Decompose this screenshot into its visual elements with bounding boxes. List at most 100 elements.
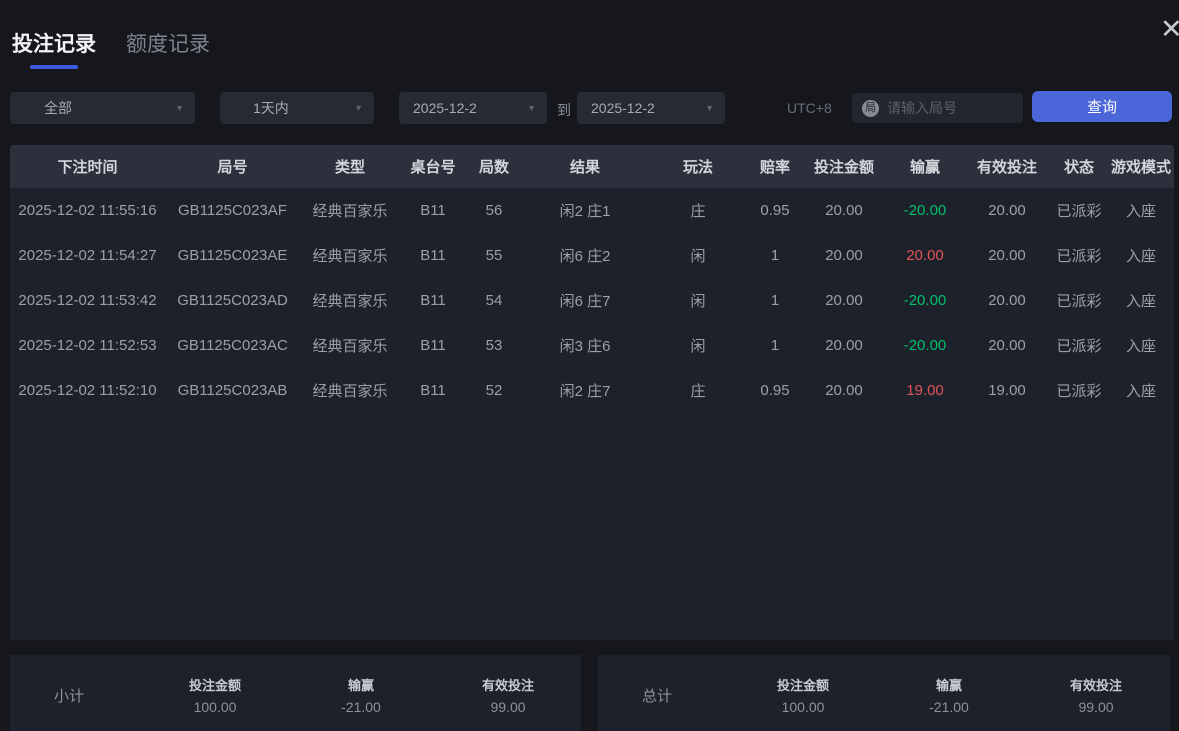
cell-game-mode: 入座: [1126, 290, 1156, 311]
tab-bet-records[interactable]: 投注记录: [12, 28, 96, 69]
cell-winloss: -20.00: [904, 292, 947, 309]
query-button[interactable]: 查询: [1032, 91, 1172, 122]
total-winloss-stat: 输赢 -21.00: [929, 675, 969, 715]
cell-result: 闲6 庄7: [560, 290, 611, 311]
cell-round-no: 53: [486, 337, 503, 354]
round-search-field[interactable]: 局: [852, 93, 1023, 123]
cell-bet-time: 2025-12-02 11:54:27: [18, 247, 156, 264]
subtotal-card: 小计 投注金额 100.00 输赢 -21.00 有效投注 99.00: [10, 655, 581, 731]
cell-game-type: 经典百家乐: [312, 290, 387, 311]
cell-round-no: 56: [486, 202, 503, 219]
cell-result: 闲2 庄7: [560, 380, 611, 401]
cell-play-type: 闲: [690, 245, 705, 266]
total-valid-stat: 有效投注 99.00: [1070, 675, 1122, 715]
column-header: 结果: [570, 156, 600, 177]
cell-play-type: 庄: [690, 200, 705, 221]
cell-table-no: B11: [420, 292, 446, 309]
total-card: 总计 投注金额 100.00 输赢 -21.00 有效投注 99.00: [598, 655, 1170, 731]
cell-odds: 1: [771, 292, 779, 309]
cell-valid-bet: 20.00: [988, 337, 1026, 354]
column-header: 有效投注: [977, 156, 1037, 177]
subtotal-bet-value: 100.00: [189, 699, 241, 715]
subtotal-winloss-value: -21.00: [341, 699, 381, 715]
total-bet-stat: 投注金额 100.00: [777, 675, 829, 715]
cell-valid-bet: 19.00: [988, 382, 1026, 399]
round-number-icon: 局: [862, 100, 879, 117]
cell-bet-amount: 20.00: [825, 202, 863, 219]
subtotal-valid-label: 有效投注: [482, 675, 534, 694]
cell-valid-bet: 20.00: [988, 247, 1026, 264]
cell-game-mode: 入座: [1126, 200, 1156, 221]
cell-game-type: 经典百家乐: [312, 380, 387, 401]
cell-table-no: B11: [420, 202, 446, 219]
cell-bet-time: 2025-12-02 11:52:53: [18, 337, 156, 354]
round-search-input[interactable]: [887, 100, 1007, 116]
filter-range-select[interactable]: 1天内 ▼: [220, 92, 374, 124]
total-bet-value: 100.00: [777, 699, 829, 715]
total-valid-value: 99.00: [1070, 699, 1122, 715]
table-row: 2025-12-02 11:53:42 GB1125C023AD 经典百家乐 B…: [10, 278, 1174, 323]
column-header: 玩法: [683, 156, 713, 177]
cell-play-type: 闲: [690, 335, 705, 356]
cell-game-mode: 入座: [1126, 335, 1156, 356]
column-header: 状态: [1064, 156, 1094, 177]
date-to-value: 2025-12-2: [591, 100, 655, 116]
cell-round-id: GB1125C023AB: [178, 382, 288, 399]
cell-game-type: 经典百家乐: [312, 200, 387, 221]
cell-result: 闲6 庄2: [560, 245, 611, 266]
cell-round-id: GB1125C023AE: [178, 247, 288, 264]
timezone-label: UTC+8: [787, 100, 832, 116]
chevron-down-icon: ▼: [705, 103, 714, 113]
table-row: 2025-12-02 11:54:27 GB1125C023AE 经典百家乐 B…: [10, 233, 1174, 278]
column-header: 桌台号: [410, 156, 455, 177]
cell-winloss: 19.00: [906, 382, 944, 399]
subtotal-bet-label: 投注金额: [189, 675, 241, 694]
date-from-select[interactable]: 2025-12-2 ▼: [399, 92, 547, 124]
cell-table-no: B11: [420, 337, 446, 354]
table-row: 2025-12-02 11:52:10 GB1125C023AB 经典百家乐 B…: [10, 368, 1174, 413]
cell-result: 闲2 庄1: [560, 200, 611, 221]
table-row: 2025-12-02 11:55:16 GB1125C023AF 经典百家乐 B…: [10, 188, 1174, 233]
cell-odds: 1: [771, 337, 779, 354]
cell-bet-time: 2025-12-02 11:53:42: [18, 292, 156, 309]
cell-winloss: 20.00: [906, 247, 944, 264]
column-header: 投注金额: [814, 156, 874, 177]
cell-valid-bet: 20.00: [988, 202, 1026, 219]
column-header: 赔率: [760, 156, 790, 177]
tab-quota-records-label: 额度记录: [126, 33, 210, 56]
cell-game-mode: 入座: [1126, 245, 1156, 266]
cell-table-no: B11: [420, 382, 446, 399]
cell-game-type: 经典百家乐: [312, 335, 387, 356]
cell-round-no: 55: [486, 247, 503, 264]
cell-status: 已派彩: [1056, 245, 1101, 266]
subtotal-title: 小计: [54, 685, 84, 706]
filter-type-select[interactable]: 全部 ▼: [10, 92, 195, 124]
cell-table-no: B11: [420, 247, 446, 264]
total-title: 总计: [642, 685, 672, 706]
subtotal-bet-stat: 投注金额 100.00: [189, 675, 241, 715]
cell-winloss: -20.00: [904, 202, 947, 219]
close-icon[interactable]: ✕: [1160, 16, 1179, 43]
tab-quota-records[interactable]: 额度记录: [126, 28, 210, 69]
subtotal-valid-stat: 有效投注 99.00: [482, 675, 534, 715]
cell-status: 已派彩: [1056, 200, 1101, 221]
cell-bet-amount: 20.00: [825, 292, 863, 309]
table-body: 2025-12-02 11:55:16 GB1125C023AF 经典百家乐 B…: [10, 188, 1174, 640]
total-winloss-value: -21.00: [929, 699, 969, 715]
cell-winloss: -20.00: [904, 337, 947, 354]
cell-bet-amount: 20.00: [825, 247, 863, 264]
date-to-select[interactable]: 2025-12-2 ▼: [577, 92, 725, 124]
subtotal-winloss-stat: 输赢 -21.00: [341, 675, 381, 715]
cell-valid-bet: 20.00: [988, 292, 1026, 309]
tab-bar: 投注记录 额度记录: [12, 28, 210, 69]
tab-bet-records-label: 投注记录: [12, 33, 96, 56]
chevron-down-icon: ▼: [175, 103, 184, 113]
cell-play-type: 闲: [690, 290, 705, 311]
column-header: 局号: [217, 156, 247, 177]
cell-round-id: GB1125C023AC: [177, 337, 288, 354]
total-winloss-label: 输赢: [929, 675, 969, 694]
filter-range-value: 1天内: [253, 98, 289, 118]
active-tab-underline: [30, 65, 78, 69]
cell-round-no: 54: [486, 292, 503, 309]
cell-bet-amount: 20.00: [825, 382, 863, 399]
